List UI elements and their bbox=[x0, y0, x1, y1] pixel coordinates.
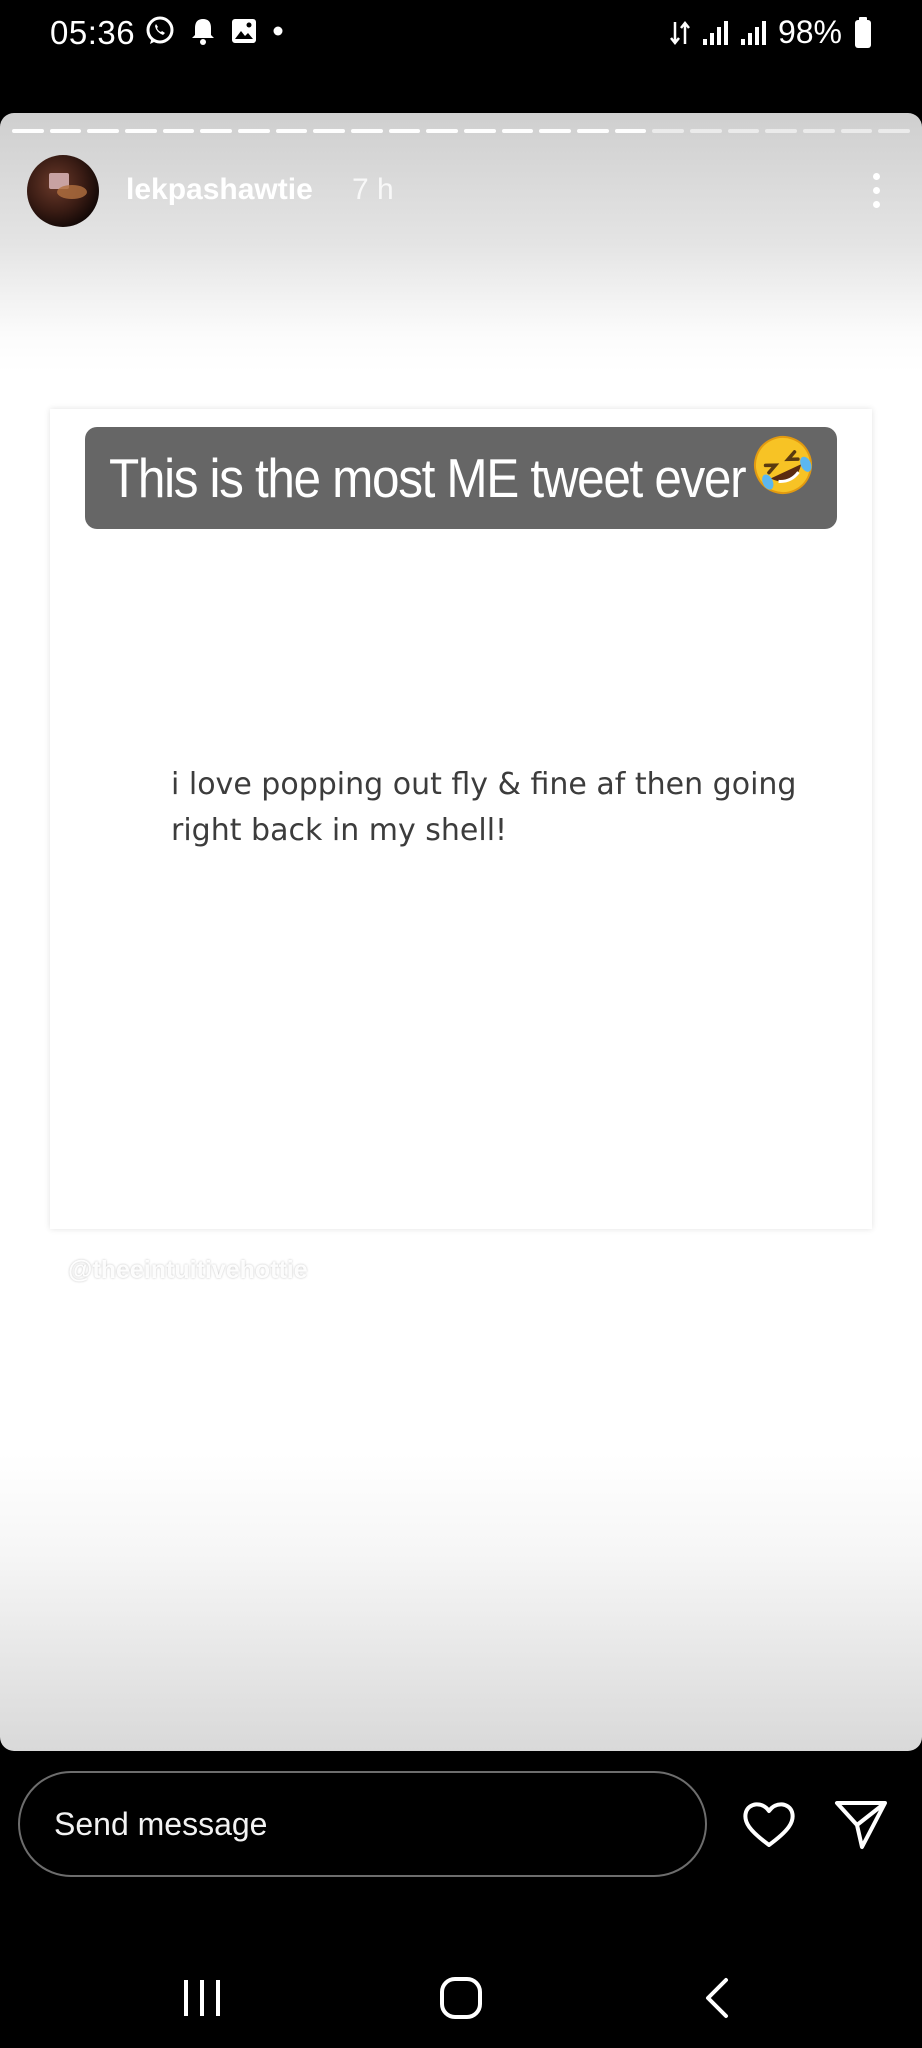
signal-icon bbox=[740, 19, 766, 47]
more-options-button[interactable] bbox=[861, 165, 891, 215]
battery-percentage: 98% bbox=[777, 14, 842, 50]
signal-icon bbox=[702, 19, 728, 47]
more-dot-icon bbox=[872, 186, 880, 194]
system-status: 98% bbox=[669, 14, 872, 51]
progress-segment bbox=[501, 129, 534, 133]
progress-segment bbox=[426, 129, 459, 133]
dot-icon bbox=[272, 25, 284, 37]
progress-segment bbox=[840, 129, 873, 133]
home-icon[interactable] bbox=[438, 1975, 484, 2021]
notification-icons bbox=[144, 15, 284, 47]
progress-segment bbox=[652, 129, 685, 133]
send-message-input[interactable] bbox=[18, 1771, 707, 1877]
status-bar: 05:36 98% bbox=[0, 0, 922, 70]
progress-segment bbox=[464, 129, 496, 133]
progress-segment bbox=[878, 129, 911, 133]
time-ago: 7 h bbox=[352, 173, 394, 206]
progress-segment bbox=[803, 129, 835, 133]
progress-segment bbox=[577, 129, 609, 133]
progress-segment bbox=[125, 129, 157, 133]
progress-segment bbox=[614, 129, 647, 133]
caption-text: This is the most ME tweet ever bbox=[109, 447, 747, 509]
progress-segment bbox=[162, 129, 195, 133]
progress-segment bbox=[200, 129, 233, 133]
bell-icon bbox=[190, 16, 216, 46]
more-dot-icon bbox=[872, 172, 880, 180]
avatar[interactable] bbox=[27, 155, 99, 227]
heart-icon[interactable] bbox=[740, 1795, 798, 1853]
progress-segment bbox=[238, 129, 270, 133]
credit-handle: @theeintuitivehottie bbox=[68, 1256, 308, 1284]
tweet-text: i love popping out fly & fine af then go… bbox=[171, 767, 797, 848]
more-dot-icon bbox=[872, 200, 880, 208]
data-arrows-icon bbox=[669, 18, 690, 48]
story-progress-bar bbox=[12, 129, 911, 133]
battery-icon bbox=[854, 16, 872, 49]
whatsapp-icon bbox=[144, 15, 176, 47]
rolling-on-floor-laughing-emoji-icon bbox=[750, 432, 816, 498]
progress-segment bbox=[765, 129, 798, 133]
status-time: 05:36 bbox=[50, 14, 136, 51]
progress-segment bbox=[690, 129, 722, 133]
progress-segment bbox=[351, 129, 383, 133]
progress-segment bbox=[12, 129, 44, 133]
recents-icon[interactable] bbox=[180, 1978, 224, 2018]
progress-segment bbox=[727, 129, 760, 133]
progress-segment bbox=[313, 129, 346, 133]
gallery-icon bbox=[230, 17, 258, 45]
system-navigation-bar bbox=[0, 1940, 922, 2048]
progress-segment bbox=[539, 129, 572, 133]
progress-segment bbox=[275, 129, 308, 133]
send-icon[interactable] bbox=[832, 1795, 890, 1853]
caption-sticker: This is the most ME tweet ever bbox=[85, 427, 837, 529]
story-header: lekpashawtie 7 h bbox=[27, 155, 897, 227]
progress-segment bbox=[49, 129, 82, 133]
instagram-story-screen: 05:36 98% lekpashawtie 7 h This is the m… bbox=[0, 0, 922, 2048]
progress-segment bbox=[388, 129, 421, 133]
username[interactable]: lekpashawtie bbox=[126, 173, 313, 207]
progress-segment bbox=[87, 129, 120, 133]
back-icon[interactable] bbox=[702, 1976, 732, 2020]
